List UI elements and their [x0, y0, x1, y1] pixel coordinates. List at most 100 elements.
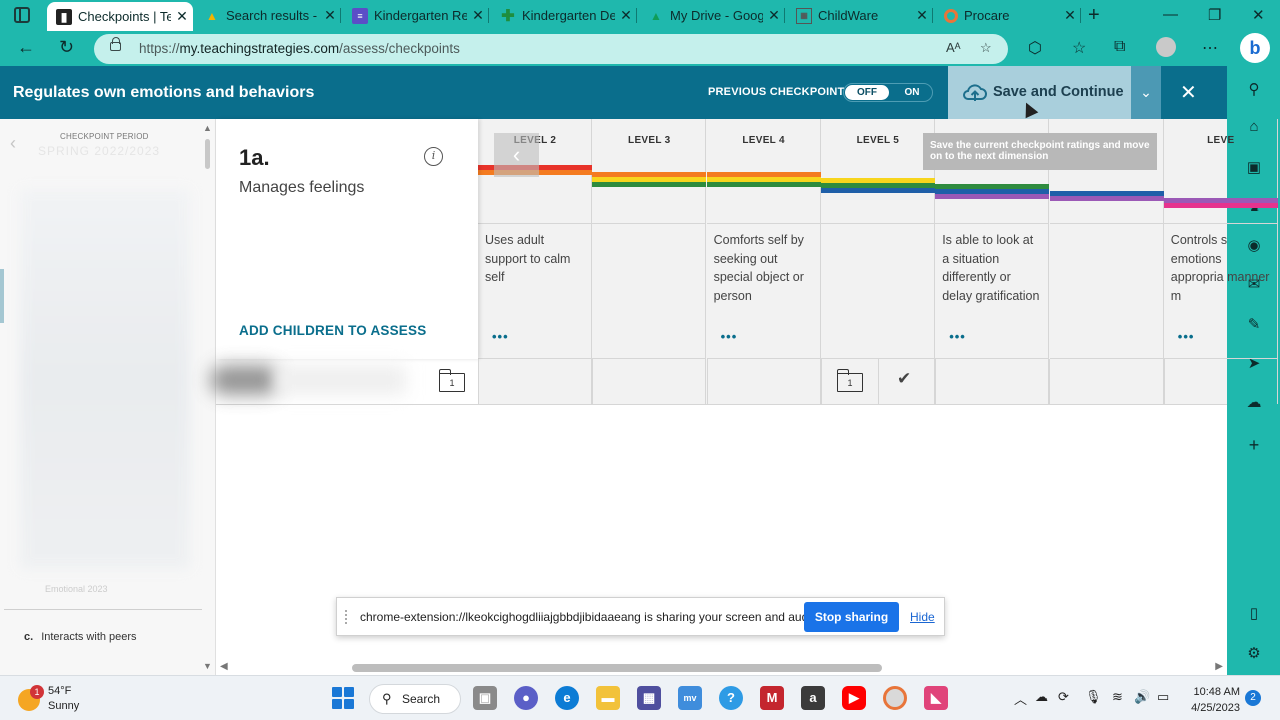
- youtube-icon[interactable]: ▶: [842, 686, 866, 710]
- tab-kindergarten-dec[interactable]: ✚ Kindergarten Dec ✕: [491, 0, 637, 31]
- more-examples-button[interactable]: •••: [1178, 329, 1195, 344]
- search-icon[interactable]: ⚲: [1244, 80, 1264, 98]
- stop-sharing-button[interactable]: Stop sharing: [804, 602, 899, 632]
- sync-icon[interactable]: ⟳: [1058, 689, 1069, 705]
- color-bar: [1163, 203, 1278, 208]
- scroll-left-icon[interactable]: ◀: [220, 661, 228, 672]
- more-examples-button[interactable]: •••: [492, 329, 509, 344]
- read-aloud-icon[interactable]: Aᴬ: [946, 40, 961, 55]
- close-window-icon[interactable]: ✕: [1252, 6, 1265, 24]
- address-bar[interactable]: https://my.teachingstrategies.com/assess…: [94, 34, 1008, 64]
- tab-kindergarten-reg[interactable]: ≡ Kindergarten Reg ✕: [343, 0, 489, 31]
- drag-handle-icon[interactable]: [345, 610, 350, 624]
- folder-icon[interactable]: 1: [439, 369, 465, 392]
- chevron-down-icon[interactable]: ⌄: [1131, 66, 1161, 119]
- hide-link[interactable]: Hide: [910, 610, 935, 624]
- info-icon[interactable]: i: [424, 147, 443, 166]
- restore-icon[interactable]: ❐: [1208, 6, 1221, 24]
- previous-checkpoints-toggle[interactable]: OFF ON: [843, 83, 933, 102]
- tab-label: Procare: [964, 8, 1010, 23]
- close-icon[interactable]: ✕: [467, 7, 489, 24]
- dimension-number: 1a.: [239, 145, 270, 170]
- search-icon: ⚲: [382, 691, 392, 706]
- scroll-down-icon[interactable]: ▼: [203, 661, 212, 671]
- tab-procare[interactable]: Procare ✕: [935, 0, 1081, 31]
- more-examples-button[interactable]: •••: [949, 329, 966, 344]
- settings-icon[interactable]: ⚙: [1244, 644, 1264, 662]
- close-icon[interactable]: ✕: [1180, 80, 1197, 105]
- toggle-on[interactable]: ON: [892, 85, 932, 100]
- drive-icon: ▲: [206, 8, 218, 23]
- screencastify-icon[interactable]: ◣: [924, 686, 948, 710]
- tab-childware[interactable]: ▦ ChildWare ✕: [787, 0, 933, 31]
- tab-actions-icon[interactable]: [14, 7, 30, 23]
- file-explorer-icon[interactable]: ▬: [596, 686, 620, 710]
- add-children-button[interactable]: ADD CHILDREN TO ASSESS: [239, 323, 426, 338]
- chevron-up-icon[interactable]: ︿: [1014, 689, 1027, 708]
- volume-icon[interactable]: 🔊: [1134, 689, 1150, 705]
- scroll-thumb[interactable]: [352, 664, 882, 672]
- favorites-icon[interactable]: ☆: [1072, 38, 1086, 58]
- tab-label: Kindergarten Dec: [522, 8, 615, 23]
- lock-icon: [110, 37, 121, 51]
- more-examples-button[interactable]: •••: [721, 329, 738, 344]
- folder-icon[interactable]: 1: [837, 369, 863, 392]
- chevron-left-icon[interactable]: ‹: [494, 133, 539, 177]
- save-tooltip: Save the current checkpoint ratings and …: [923, 133, 1157, 170]
- new-tab-icon[interactable]: +: [1088, 4, 1100, 27]
- edge-icon[interactable]: e: [555, 686, 579, 710]
- scroll-thumb[interactable]: [205, 139, 210, 169]
- back-icon[interactable]: ←: [17, 37, 35, 58]
- tips-icon[interactable]: ?: [719, 686, 743, 710]
- microphone-icon[interactable]: 🎙: [1085, 689, 1102, 705]
- collections-icon[interactable]: ⧉: [1114, 38, 1125, 56]
- favorite-add-icon[interactable]: ☆: [980, 40, 992, 56]
- amazon-icon[interactable]: a: [801, 686, 825, 710]
- mcafee-icon[interactable]: M: [760, 686, 784, 710]
- minimize-icon[interactable]: —: [1163, 6, 1178, 23]
- scroll-right-icon[interactable]: ▶: [1215, 661, 1223, 672]
- sidebar-toggle-icon[interactable]: ▯: [1244, 604, 1264, 622]
- more-menu-icon[interactable]: ⋯: [1202, 38, 1218, 58]
- tab-search-results[interactable]: ▲ Search results - G ✕: [195, 0, 341, 31]
- close-icon[interactable]: ✕: [1059, 7, 1081, 24]
- close-icon[interactable]: ✕: [763, 7, 785, 24]
- close-icon[interactable]: ✕: [319, 7, 341, 24]
- tab-my-drive[interactable]: ▲ My Drive - Googl ✕: [639, 0, 785, 31]
- close-icon[interactable]: ✕: [911, 7, 933, 24]
- chevron-left-icon[interactable]: ‹: [10, 133, 16, 154]
- clock[interactable]: 10:48 AM 4/25/2023: [1187, 684, 1240, 716]
- screen-sharing-bar: chrome-extension://lkeokcighogdliiajgbbd…: [336, 597, 945, 636]
- onedrive-icon[interactable]: ☁: [1035, 689, 1048, 705]
- scroll-up-icon[interactable]: ▲: [203, 123, 212, 133]
- level-color-bars: [592, 172, 707, 187]
- bing-icon[interactable]: b: [1240, 33, 1270, 63]
- checkmark-icon[interactable]: ✔: [897, 369, 911, 389]
- tab-checkpoints[interactable]: ▮ Checkpoints | Tea ✕: [47, 2, 193, 31]
- blurred-child-avatar: [210, 365, 280, 395]
- url-text: https://my.teachingstrategies.com/assess…: [139, 41, 460, 56]
- store-icon[interactable]: ▦: [637, 686, 661, 710]
- dimension-item-interacts-with-peers[interactable]: c. Interacts with peers: [24, 631, 137, 643]
- toggle-off[interactable]: OFF: [845, 85, 889, 100]
- close-icon[interactable]: ✕: [171, 8, 193, 25]
- left-scrollbar[interactable]: ▲ ▼: [202, 123, 212, 671]
- battery-icon[interactable]: ▭: [1157, 689, 1169, 705]
- horizontal-scrollbar[interactable]: ◀ ▶: [220, 661, 1225, 675]
- profile-avatar[interactable]: [1156, 37, 1176, 57]
- level-color-bars: [1163, 198, 1278, 208]
- extensions-icon[interactable]: ⬡: [1028, 38, 1042, 58]
- mvp-app-icon[interactable]: mv: [678, 686, 702, 710]
- taskbar-search[interactable]: ⚲ Search: [369, 684, 461, 714]
- add-icon[interactable]: +: [1244, 435, 1264, 456]
- chat-icon[interactable]: ●: [514, 686, 538, 710]
- wifi-icon[interactable]: ≋: [1112, 689, 1123, 705]
- procare-icon[interactable]: [883, 686, 907, 710]
- address-row: ← ↻ https://my.teachingstrategies.com/as…: [0, 31, 1280, 66]
- refresh-icon[interactable]: ↻: [59, 37, 74, 58]
- notification-badge[interactable]: 2: [1245, 690, 1261, 706]
- task-view-icon[interactable]: ▣: [473, 686, 497, 710]
- windows-start-icon[interactable]: [332, 687, 354, 709]
- close-icon[interactable]: ✕: [615, 7, 637, 24]
- save-and-continue-button[interactable]: Save and Continue: [948, 66, 1131, 119]
